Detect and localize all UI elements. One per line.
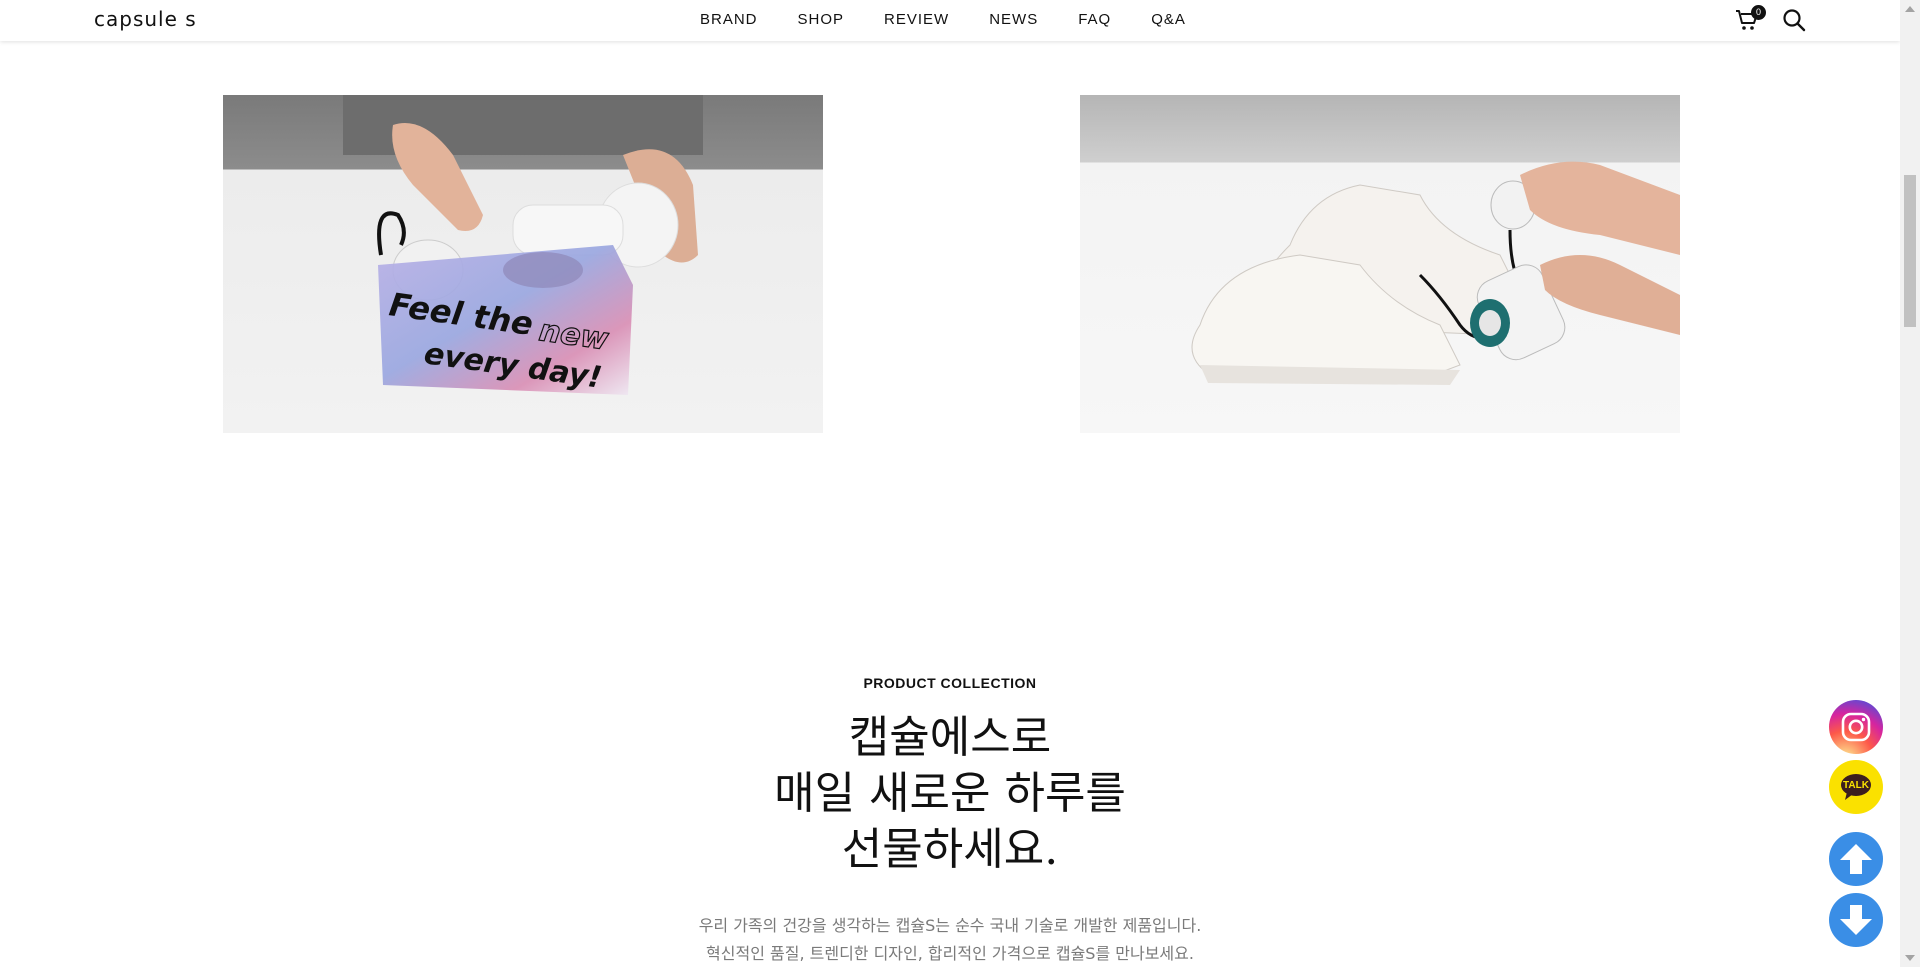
cart-count-badge: 0 <box>1751 5 1766 20</box>
nav-brand[interactable]: BRAND <box>700 11 758 28</box>
talk-label: TALK <box>1843 779 1869 791</box>
scrollbar-thumb[interactable] <box>1904 175 1916 327</box>
nav-news[interactable]: NEWS <box>989 11 1038 28</box>
arrow-up-icon <box>1840 844 1872 874</box>
kakao-talk-button[interactable]: TALK <box>1829 760 1883 814</box>
instagram-button[interactable] <box>1829 700 1883 754</box>
section-eyebrow: PRODUCT COLLECTION <box>863 675 1037 691</box>
nav-faq[interactable]: FAQ <box>1078 11 1111 28</box>
box-photo: Feel the new every day! <box>223 95 823 433</box>
page: capsule s BRAND SHOP REVIEW NEWS FAQ Q&A… <box>0 0 1920 967</box>
sneaker-photo <box>1080 95 1680 433</box>
search-button[interactable] <box>1782 8 1806 32</box>
nav-qna[interactable]: Q&A <box>1151 11 1186 28</box>
description-line-2: 혁신적인 품질, 트렌디한 디자인, 합리적인 가격으로 캡슐S를 만나보세요. <box>706 944 1194 963</box>
arrow-down-icon <box>1840 905 1872 935</box>
box-photo-illustration: Feel the new every day! <box>343 95 703 396</box>
instagram-icon <box>1841 712 1871 742</box>
main-nav: BRAND SHOP REVIEW NEWS FAQ Q&A <box>700 11 1226 28</box>
scrollbar-up-arrow[interactable] <box>1905 6 1915 12</box>
scroll-top-button[interactable] <box>1829 832 1883 886</box>
headline-line-2: 매일 새로운 하루를 <box>774 768 1126 819</box>
section-description: 우리 가족의 건강을 생각하는 캡슐S는 순수 국내 기술로 개발한 제품입니다… <box>0 912 1900 967</box>
section-headline: 캡슐에스로 매일 새로운 하루를 선물하세요. <box>0 710 1900 878</box>
description-line-1: 우리 가족의 건강을 생각하는 캡슐S는 순수 국내 기술로 개발한 제품입니다… <box>698 916 1202 935</box>
search-icon <box>1783 9 1806 32</box>
headline-line-3: 선물하세요. <box>841 824 1059 875</box>
headline-line-1: 캡슐에스로 <box>848 712 1052 763</box>
page-scrollbar[interactable] <box>1900 0 1920 967</box>
scrollbar-down-arrow[interactable] <box>1905 955 1915 961</box>
sneaker-photo-illustration <box>1191 161 1680 385</box>
site-header: capsule s BRAND SHOP REVIEW NEWS FAQ Q&A… <box>0 0 1900 41</box>
nav-review[interactable]: REVIEW <box>884 11 949 28</box>
nav-shop[interactable]: SHOP <box>798 11 845 28</box>
logo[interactable]: capsule s <box>94 7 197 31</box>
cart-button[interactable]: 0 <box>1735 5 1766 32</box>
scroll-bottom-button[interactable] <box>1829 893 1883 947</box>
